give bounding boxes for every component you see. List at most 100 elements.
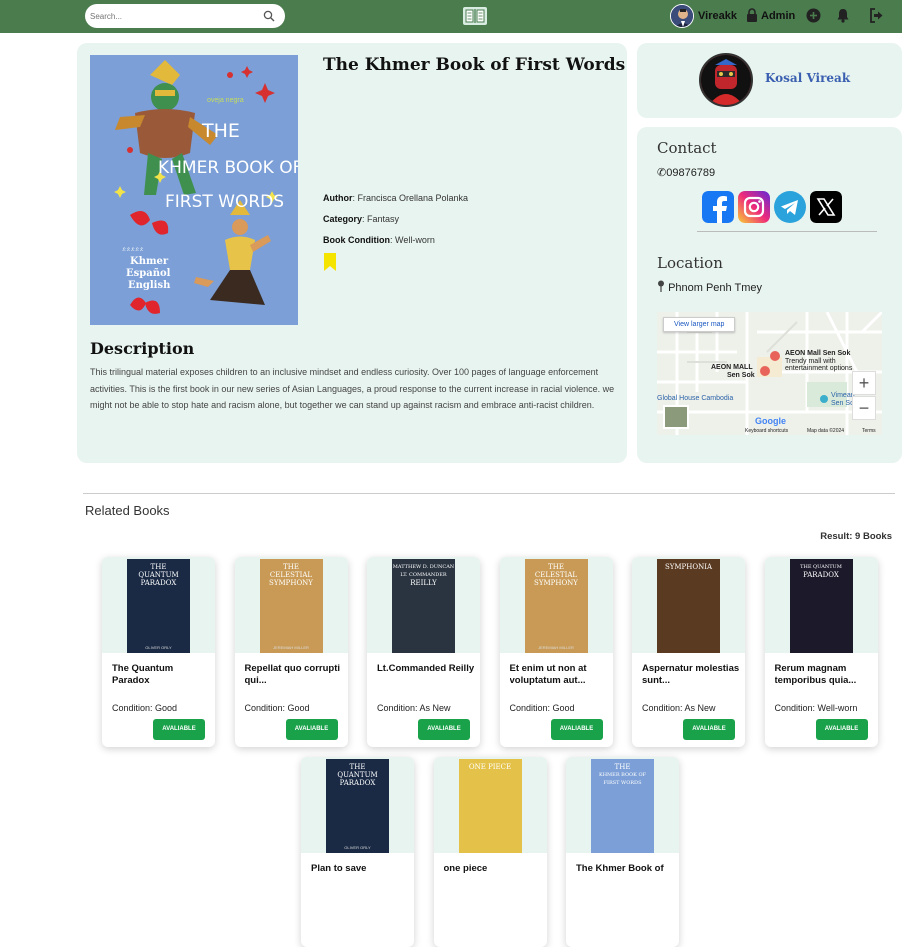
cover-title-line1: THE: [201, 120, 240, 142]
condition-prefix: Condition:: [509, 703, 553, 713]
map-satellite-toggle[interactable]: [663, 405, 689, 429]
book-title: The Khmer Book of First Words: [323, 55, 626, 75]
lock-icon: [747, 8, 757, 22]
related-book-condition: Well-worn: [817, 703, 858, 713]
book-thumbnail-area: THE CELESTIAL SYMPHONY JEREMIAH MILLER: [499, 557, 613, 653]
related-book-title[interactable]: The Quantum Paradox: [112, 663, 210, 687]
related-book-title[interactable]: The Khmer Book of: [576, 863, 674, 875]
available-button[interactable]: AVALIABLE: [285, 719, 338, 740]
condition-prefix: Condition:: [642, 703, 685, 713]
book-cover-art: oveja negra THE KHMER BOOK OF FIRST WORD…: [90, 55, 298, 325]
map-zoom-out-button[interactable]: −: [852, 396, 876, 420]
book-thumbnail-area: MATTHEW D. DUNCAN LT. COMMANDER REILLY: [367, 557, 480, 653]
telegram-icon[interactable]: [774, 191, 806, 223]
phone-number: 09876789: [666, 167, 716, 179]
condition-prefix: Condition:: [377, 703, 420, 713]
related-book-title[interactable]: Plan to save: [311, 863, 409, 875]
related-book-card[interactable]: THE CELESTIAL SYMPHONY JEREMIAH MILLER Repel…: [234, 557, 348, 747]
search-icon[interactable]: [263, 10, 275, 22]
location-map[interactable]: View larger map AEON Mall Sen Sok Trendy…: [657, 312, 882, 435]
author-label: Author: [323, 193, 353, 203]
contact-panel: Contact ✆09876789 Location Phnom Penh Tm…: [637, 127, 902, 463]
x-twitter-icon[interactable]: [810, 191, 842, 223]
related-book-condition-line: Condition: Good: [245, 703, 310, 713]
view-larger-map-link[interactable]: View larger map: [663, 317, 736, 332]
related-book-title[interactable]: Rerum magnam temporibus quia...: [775, 663, 873, 687]
related-book-condition: Good: [287, 703, 310, 713]
available-button[interactable]: AVALIABLE: [550, 719, 603, 740]
book-detail-panel: oveja negra THE KHMER BOOK OF FIRST WORD…: [77, 43, 627, 463]
related-book-title[interactable]: Repellat quo corrupti qui...: [245, 663, 343, 687]
related-book-title[interactable]: Aspernatur molestias sunt...: [642, 663, 740, 687]
available-button[interactable]: AVALIABLE: [153, 719, 205, 740]
cover-text: KHMER BOOK OF: [598, 772, 647, 778]
book-thumbnail-area: THE QUANTUM PARADOX OLIVER ORLY: [301, 757, 414, 853]
user-avatar[interactable]: [670, 4, 694, 28]
logout-icon[interactable]: [869, 8, 885, 23]
related-book-card[interactable]: MATTHEW D. DUNCAN LT. COMMANDER REILLY Lt.C…: [367, 557, 480, 747]
related-book-card[interactable]: SYMPHONIA Aspernatur molestias sunt... Con…: [632, 557, 745, 747]
map-keyboard-shortcuts[interactable]: Keyboard shortcuts: [745, 428, 788, 434]
add-book-icon[interactable]: [806, 8, 821, 23]
top-navbar: Vireakk Admin: [0, 0, 902, 33]
related-book-card[interactable]: THE KHMER BOOK OF FIRST WORDS The Khmer Boo…: [566, 757, 679, 947]
related-book-card[interactable]: THE QUANTUM PARADOX OLIVER ORLY The Quantum …: [102, 557, 215, 747]
related-book-condition-line: Condition: Good: [510, 703, 575, 713]
bookmark-icon[interactable]: [323, 253, 337, 271]
owner-avatar-image: [701, 55, 751, 105]
book-logo-icon[interactable]: [463, 6, 487, 26]
related-book-card[interactable]: THE QUANTUM PARADOX OLIVER ORLY Plan to save: [301, 757, 414, 947]
author-value: : Francisca Orellana Polanka: [352, 193, 469, 203]
book-cover-thumbnail[interactable]: THE QUANTUM PARADOX OLIVER ORLY: [127, 559, 190, 653]
category-label: Category: [323, 214, 363, 224]
book-cover-thumbnail[interactable]: THE CELESTIAL SYMPHONY JEREMIAH MILLER: [259, 559, 323, 653]
related-book-card[interactable]: THE QUANTUM PARADOX Rerum magnam temporibu…: [764, 557, 878, 747]
book-thumbnail-area: THE KHMER BOOK OF FIRST WORDS: [566, 757, 679, 853]
book-cover-thumbnail[interactable]: THE KHMER BOOK OF FIRST WORDS: [591, 759, 654, 853]
map-zoom-in-button[interactable]: +: [852, 371, 876, 395]
cover-text: THE: [283, 563, 299, 571]
related-book-card[interactable]: THE CELESTIAL SYMPHONY JEREMIAH MILLER Et en…: [499, 557, 613, 747]
book-cover-thumbnail[interactable]: THE QUANTUM PARADOX: [789, 559, 853, 653]
related-book-title[interactable]: Et enim ut non at voluptatum aut...: [510, 663, 608, 687]
google-logo: Google: [755, 416, 786, 426]
facebook-icon[interactable]: [702, 191, 734, 223]
section-divider: [83, 493, 895, 494]
book-cover-thumbnail[interactable]: MATTHEW D. DUNCAN LT. COMMANDER REILLY: [392, 559, 455, 653]
cover-text: PARADOX: [140, 579, 177, 587]
owner-avatar[interactable]: [699, 53, 753, 107]
related-book-condition-line: Condition: Good: [112, 703, 177, 713]
map-terms[interactable]: Terms: [862, 428, 876, 434]
book-condition: Book Condition: Well-worn: [323, 235, 435, 245]
cover-text: QUANTUM: [337, 771, 378, 779]
related-book-condition-line: Condition: As New: [377, 703, 451, 713]
nav-admin-link[interactable]: Admin: [761, 10, 795, 22]
related-book-card[interactable]: ONE PIECE one piece: [433, 757, 547, 947]
nav-username[interactable]: Vireakk: [698, 10, 737, 22]
available-button[interactable]: AVALIABLE: [683, 719, 735, 740]
cover-author: OLIVER ORLY: [344, 845, 371, 850]
book-cover-thumbnail[interactable]: ONE PIECE: [458, 759, 522, 853]
book-cover-thumbnail[interactable]: THE QUANTUM PARADOX OLIVER ORLY: [326, 759, 389, 853]
book-cover-thumbnail[interactable]: SYMPHONIA: [657, 559, 720, 653]
cover-text: CELESTIAL: [534, 571, 578, 579]
related-book-title[interactable]: Lt.Commanded Reilly: [377, 663, 475, 675]
book-thumbnail-area: THE QUANTUM PARADOX OLIVER ORLY: [102, 557, 215, 653]
available-button[interactable]: AVALIABLE: [815, 719, 868, 740]
cover-text: LT. COMMANDER: [400, 572, 447, 578]
condition-prefix: Condition:: [244, 703, 288, 713]
contact-heading: Contact: [657, 139, 717, 157]
instagram-icon[interactable]: [738, 191, 770, 223]
cover-text: ONE PIECE: [468, 763, 512, 771]
cover-text: CELESTIAL: [269, 571, 313, 579]
cover-text: PARADOX: [803, 571, 839, 579]
notification-bell-icon[interactable]: [836, 8, 850, 23]
related-book-title[interactable]: one piece: [444, 863, 542, 875]
book-cover-thumbnail[interactable]: THE CELESTIAL SYMPHONY JEREMIAH MILLER: [524, 559, 588, 653]
search-input[interactable]: [85, 4, 255, 28]
owner-name[interactable]: Kosal Vireak: [765, 71, 850, 85]
cover-lang-1: Khmer: [130, 256, 169, 267]
available-button[interactable]: AVALIABLE: [418, 719, 470, 740]
related-book-condition-line: Condition: As New: [642, 703, 716, 713]
cover-text: SYMPHONY: [269, 579, 313, 587]
